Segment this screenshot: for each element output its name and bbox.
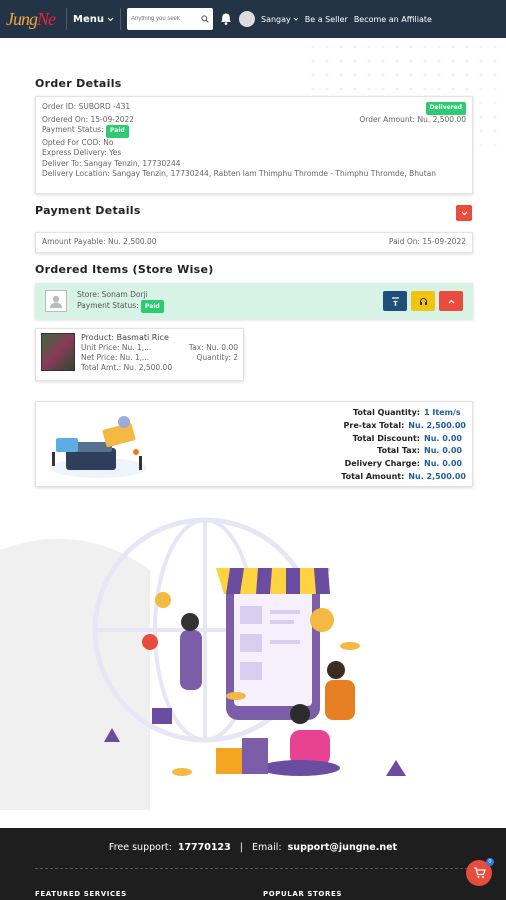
chevron-down-icon [293,17,299,21]
divider [66,8,67,30]
order-id: Order ID: SUBORD -431 [42,102,131,111]
footer: Free support: 17770123 | Email: support@… [0,828,506,900]
tax: Tax: Nu. 0.00 [188,343,238,352]
chevron-down-icon [107,17,114,21]
cart-count-badge: 0 [486,858,494,866]
search-icon[interactable] [201,15,209,23]
top-navbar: JungNe Menu Sangay Be a Seller Become an… [0,0,506,38]
headset-icon [419,297,427,305]
total-amount-row: Total Amount: Nu. 2,500.00 [341,471,466,481]
payment-illustration [51,416,147,478]
ordered-items-title: Ordered Items (Store Wise) [35,263,214,276]
order-details-card: Order ID: SUBORD -431 Delivered Ordered … [35,96,473,194]
menu-button[interactable]: Menu [73,14,114,25]
totals-list: Total Quantity: 1 Item/s Pre-tax Total: Nu… [341,407,466,484]
site-logo[interactable]: JungNe [6,6,60,32]
shopping-illustration [0,517,406,810]
store-name: Store: Sonam Dorji [77,290,148,299]
order-totals-card: Total Quantity: 1 Item/s Pre-tax Total: Nu… [35,401,473,487]
chevron-up-icon [448,299,454,303]
total-discount-row: Total Discount: Nu. 0.00 [352,433,462,443]
user-menu[interactable]: Sangay [261,15,299,24]
chevron-down-icon [461,211,467,215]
filter-button[interactable] [383,291,407,311]
quantity: Quantity: 2 [196,353,238,362]
amount-payable: Amount Payable: Nu. 2,500.00 [42,237,157,246]
unit-price: Unit Price: Nu. 1,... [81,343,152,352]
net-price: Net Price: Nu. 1,... [81,353,150,362]
cart-icon [473,867,486,878]
product-card[interactable]: Product: Basmati Rice Unit Price: Nu. 1,… [35,328,244,381]
ordered-on: Ordered On: 15-09-2022 [42,114,135,124]
avatar[interactable] [238,11,255,27]
paid-badge: Paid [106,125,129,138]
delivery-charge-row: Delivery Charge: Nu. 0.00 [344,459,462,469]
filter-icon [391,296,399,306]
product-image [41,333,75,371]
payment-status-row: Payment Status: Paid [42,125,466,138]
store-paid-badge: Paid [141,300,164,313]
delivery-location-row: Delivery Location: Sangay Tenzin, 177302… [42,169,437,178]
store-row: Store: Sonam Dorji Payment Status: Paid [35,283,473,319]
cart-button[interactable]: 0 [466,858,494,886]
order-amount: Order Amount: Nu. 2,500.00 [359,114,466,124]
search-box [126,8,213,30]
express-row: Express Delivery: Yes [42,148,122,157]
deliver-to-row: Deliver To: Sangay Tenzin, 17730244 [42,158,181,168]
total-tax-row: Total Tax: Nu. 0.00 [377,446,462,456]
cod-row: Opted For COD: No [42,137,114,147]
support-phone[interactable]: 17770123 [178,842,231,853]
popular-stores-heading: POPULAR STORES [263,890,342,898]
search-input[interactable] [130,16,197,22]
status-badge: Delivered [425,102,466,115]
total-quantity-row: Total Quantity: 1 Item/s [352,408,461,417]
support-line: Free support: 17770123 | Email: support@… [108,842,398,853]
collapse-store-button[interactable] [439,291,463,311]
store-payment-row: Payment Status: Paid [77,300,383,313]
menu-label: Menu [73,13,104,25]
order-details-title: Order Details [35,77,122,90]
user-placeholder-icon [45,290,67,312]
divider [119,8,121,30]
support-email[interactable]: support@jungne.net [288,842,397,853]
pretax-total-row: Pre-tax Total: Nu. 2,500.00 [343,420,466,430]
footer-divider [35,868,473,869]
total-amt: Total Amt.: Nu. 2,500.00 [81,363,173,372]
payment-details-title: Payment Details [35,204,141,217]
user-name: Sangay [260,14,291,24]
featured-services-heading: FEATURED SERVICES [35,890,127,898]
bell-icon[interactable] [219,12,233,26]
affiliate-link[interactable]: Become an Affiliate [354,15,432,24]
paid-on: Paid On: 15-09-2022 [388,237,466,246]
support-button[interactable] [411,291,435,311]
toggle-payment-button[interactable] [456,205,472,221]
be-seller-link[interactable]: Be a Seller [305,15,348,24]
payment-details-card: Amount Payable: Nu. 2,500.00 Paid On: 15… [35,232,473,253]
product-name: Product: Basmati Rice [81,333,169,342]
